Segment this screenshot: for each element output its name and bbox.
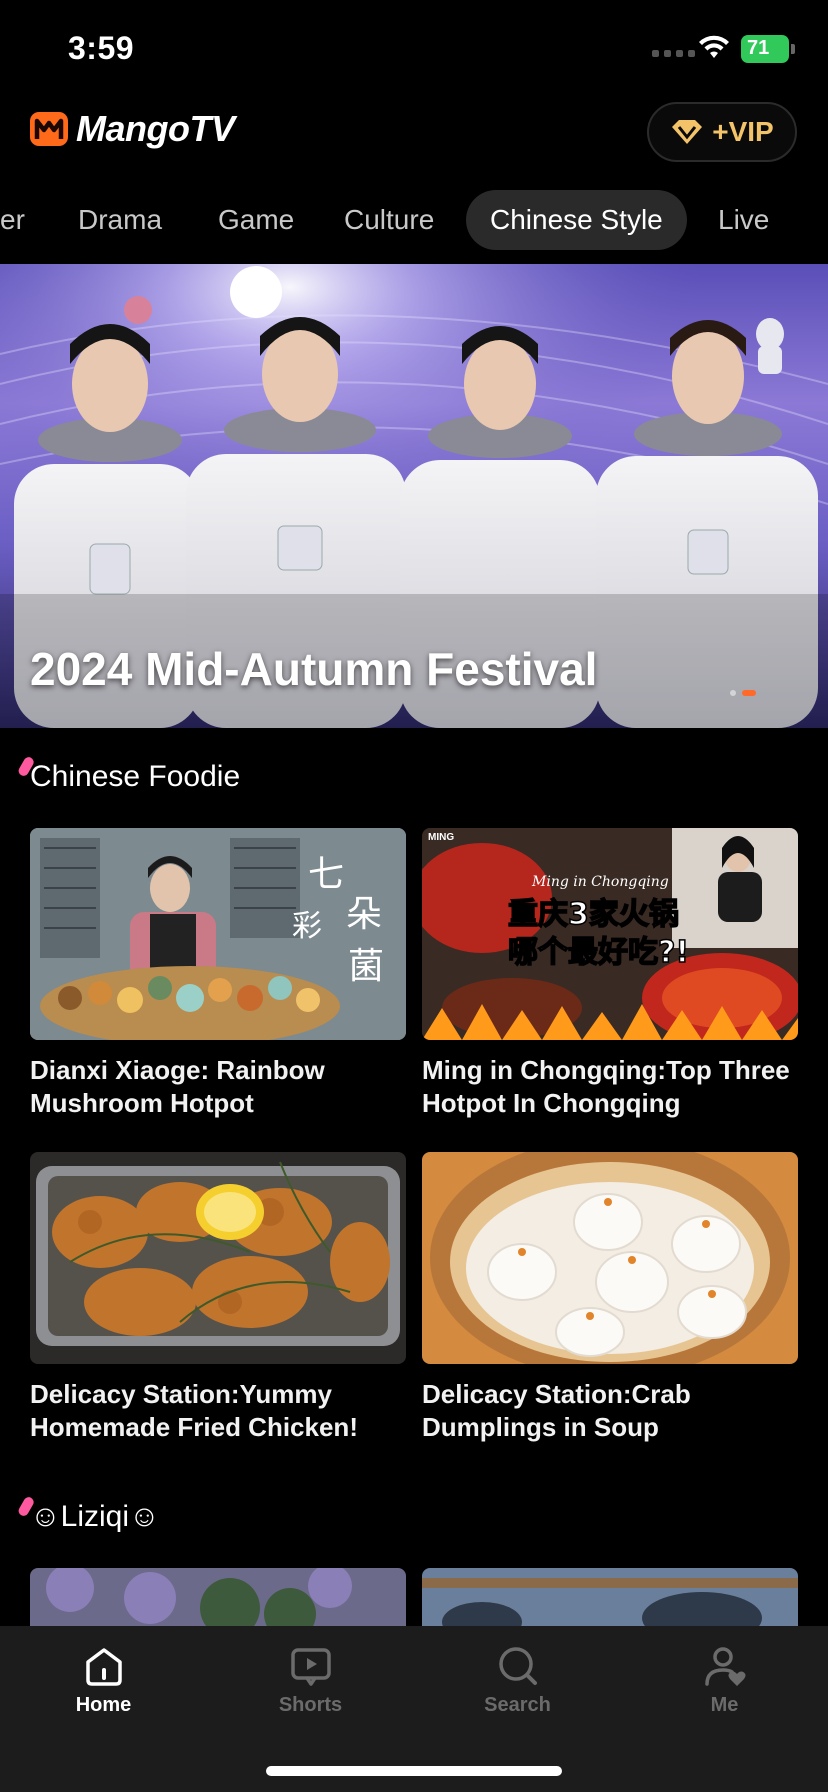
nav-label: Shorts — [278, 1694, 343, 1716]
svg-text:菌: 菌 — [348, 946, 384, 987]
video-card[interactable] — [422, 1568, 798, 1626]
nav-shorts[interactable]: Shorts — [207, 1644, 414, 1717]
video-card[interactable]: Delicacy Station:Crab Dumplings in Soup — [422, 1152, 798, 1444]
pill-marker-icon — [18, 757, 34, 776]
app-header: MangoTV +VIP — [0, 100, 828, 190]
nav-me[interactable]: Me — [621, 1644, 828, 1717]
category-tabs: er Drama Game Culture Chinese Style Live — [0, 190, 828, 250]
tab-culture[interactable]: Culture — [344, 190, 434, 250]
wifi-icon — [699, 35, 729, 58]
svg-text:七: 七 — [308, 854, 344, 895]
video-title: Ming in Chongqing:Top Three Hotpot In Ch… — [422, 1055, 790, 1118]
thumb-subheadline: 哪个最好吃?! — [508, 935, 689, 970]
mangotv-logo[interactable]: MangoTV — [28, 108, 235, 150]
app-screen: 3:59 71 MangoTV +VIP er Drama Game Cultu… — [0, 0, 828, 1792]
nav-search[interactable]: Search — [414, 1644, 621, 1717]
tab-drama[interactable]: Drama — [78, 190, 162, 250]
mango-logo-icon — [30, 112, 68, 146]
thumb-script: Ming in Chongqing — [531, 874, 669, 890]
battery-level: 71 — [747, 37, 770, 59]
video-thumbnail: MING Ming in Chongqing 重庆3家火锅 哪个最好吃?! — [422, 828, 798, 1040]
diamond-icon — [672, 120, 703, 144]
battery-icon: 71 — [741, 35, 795, 63]
hero-banner[interactable]: 2024 Mid-Autumn Festival — [0, 264, 828, 728]
play-box-icon — [290, 1648, 331, 1686]
svg-text:朵: 朵 — [346, 894, 382, 935]
tab-chinese-style[interactable]: Chinese Style — [466, 190, 687, 250]
thumb-tag: MING — [428, 832, 454, 843]
hero-title: 2024 Mid-Autumn Festival — [30, 643, 598, 695]
nav-label: Home — [75, 1694, 132, 1716]
video-thumbnail — [30, 1152, 406, 1364]
video-title: Delicacy Station:Crab Dumplings in Soup — [422, 1379, 691, 1442]
video-thumbnail — [30, 1568, 406, 1626]
video-card[interactable]: 七 彩 朵 菌 Dianxi Xiaoge: Rainbow Mushroom … — [30, 828, 406, 1120]
video-title: Dianxi Xiaoge: Rainbow Mushroom Hotpot — [30, 1055, 325, 1118]
video-thumbnail: 七 彩 朵 菌 — [30, 828, 406, 1040]
status-time: 3:59 — [68, 30, 135, 66]
carousel-indicator — [730, 690, 756, 696]
tab-partial[interactable]: er — [0, 190, 25, 250]
thumb-headline: 重庆3家火锅 — [508, 897, 679, 932]
video-thumbnail — [422, 1568, 798, 1626]
nav-home[interactable]: Home — [0, 1644, 207, 1717]
video-card[interactable]: MING Ming in Chongqing 重庆3家火锅 哪个最好吃?! Mi… — [422, 828, 798, 1120]
vip-button[interactable]: +VIP — [647, 102, 797, 162]
user-heart-icon — [704, 1647, 745, 1686]
section-title-text: ☺Liziqi☺ — [30, 1500, 160, 1533]
video-title: Delicacy Station:Yummy Homemade Fried Ch… — [30, 1379, 358, 1442]
nav-label: Search — [484, 1694, 551, 1716]
home-indicator[interactable] — [266, 1766, 562, 1776]
video-thumbnail — [422, 1152, 798, 1364]
section-title-text: Chinese Foodie — [30, 760, 241, 793]
status-bar: 3:59 71 — [0, 0, 828, 100]
video-card[interactable] — [30, 1568, 406, 1626]
carousel-dot — [730, 690, 736, 696]
home-icon — [85, 1648, 122, 1686]
section-title-liziqi: ☺Liziqi☺ — [18, 1497, 160, 1534]
video-card[interactable]: Delicacy Station:Yummy Homemade Fried Ch… — [30, 1152, 406, 1444]
svg-text:彩: 彩 — [292, 909, 322, 944]
vip-label: +VIP — [712, 116, 774, 147]
cellular-signal-icon — [652, 50, 695, 57]
section-title-chinese-foodie: Chinese Foodie — [18, 757, 241, 794]
tab-live[interactable]: Live — [718, 190, 769, 250]
logo-text: MangoTV — [76, 108, 235, 149]
tab-game[interactable]: Game — [218, 190, 294, 250]
pill-marker-icon — [18, 1497, 34, 1516]
carousel-dot-active — [742, 690, 756, 696]
search-icon — [498, 1647, 537, 1685]
nav-label: Me — [710, 1694, 739, 1716]
